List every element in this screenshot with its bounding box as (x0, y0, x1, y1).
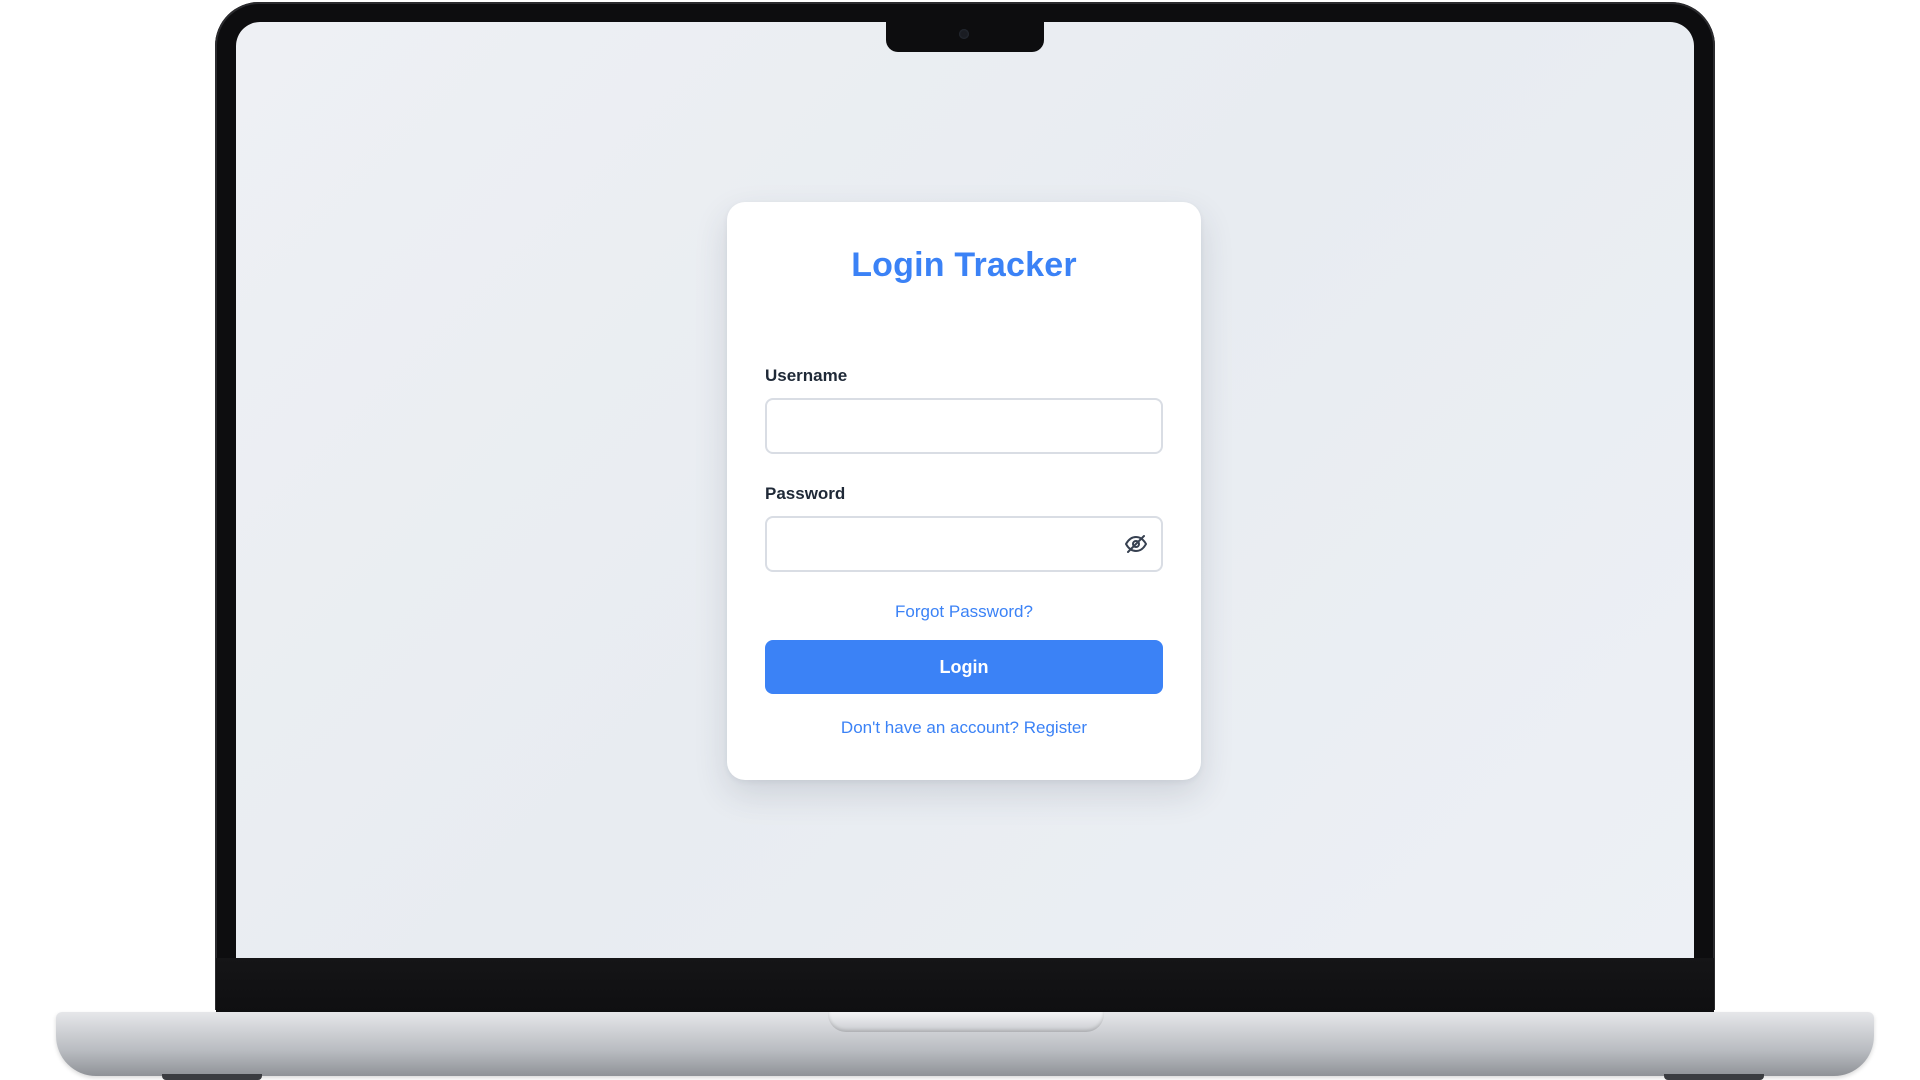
username-label: Username (765, 366, 848, 385)
forgot-password-link[interactable]: Forgot Password? (727, 602, 1201, 622)
register-prompt: Don't have an account? Register (727, 718, 1201, 738)
laptop-base (56, 1012, 1874, 1076)
camera-notch (886, 20, 1044, 52)
laptop-foot-left (162, 1074, 262, 1080)
login-card: Login Tracker Username Password Forgot P… (727, 202, 1201, 780)
laptop-chin (216, 958, 1714, 1012)
laptop-mockup: Login Tracker Username Password Forgot P… (0, 0, 1920, 1080)
laptop-screen: Login Tracker Username Password Forgot P… (236, 22, 1694, 958)
register-prompt-text: Don't have an account? (840, 718, 1020, 737)
password-input[interactable] (765, 516, 1163, 572)
webcam-icon (959, 29, 969, 39)
laptop-foot-right (1664, 1074, 1764, 1080)
password-label: Password (765, 484, 846, 503)
toggle-password-visibility-button[interactable] (1123, 532, 1149, 556)
login-button[interactable]: Login (765, 640, 1163, 694)
page-title: Login Tracker (851, 246, 1077, 284)
register-link[interactable]: Register (1024, 718, 1087, 737)
eye-off-icon (1125, 535, 1147, 553)
username-input[interactable] (765, 398, 1163, 454)
trackpad-lip (828, 1012, 1104, 1032)
